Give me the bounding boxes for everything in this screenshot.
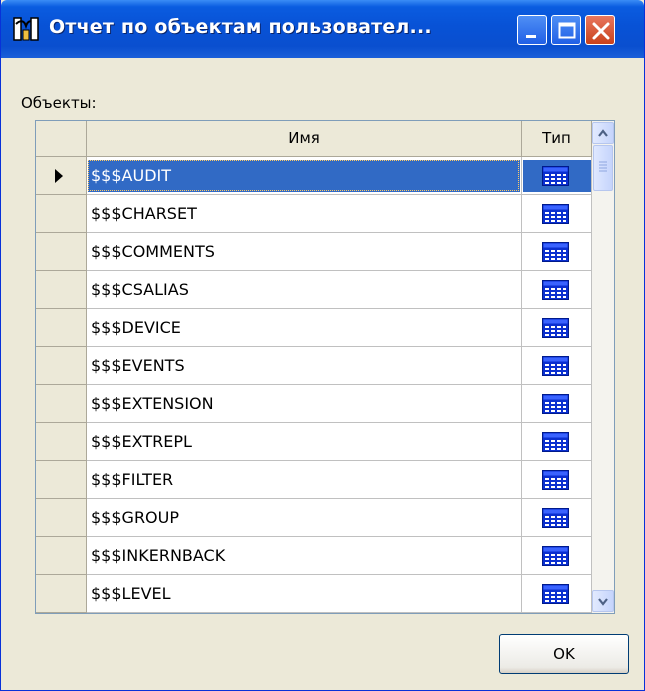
window-title: Отчет по объектам пользовател...: [49, 16, 432, 38]
table-row[interactable]: $$$CSALIAS: [36, 271, 592, 309]
type-cell[interactable]: [522, 309, 592, 347]
maximize-icon: [558, 22, 576, 39]
row-indicator[interactable]: [36, 499, 87, 537]
column-header-name[interactable]: Имя: [87, 121, 522, 157]
table-icon: [542, 318, 569, 338]
scroll-up-button[interactable]: [592, 122, 614, 144]
type-cell[interactable]: [522, 347, 592, 385]
ok-button[interactable]: OK: [499, 634, 629, 674]
title-bar[interactable]: Отчет по объектам пользовател...: [1, 0, 644, 58]
object-name: $$$CHARSET: [91, 204, 197, 223]
table-icon: [542, 508, 569, 528]
row-indicator[interactable]: [36, 157, 87, 195]
row-indicator[interactable]: [36, 347, 87, 385]
object-name: $$$CSALIAS: [91, 280, 189, 299]
type-cell[interactable]: [522, 499, 592, 537]
vertical-scrollbar[interactable]: [592, 121, 614, 613]
table-row[interactable]: $$$GROUP: [36, 499, 592, 537]
table-row[interactable]: $$$COMMENTS: [36, 233, 592, 271]
object-name: $$$FILTER: [91, 470, 174, 489]
object-name: $$$EXTENSION: [91, 394, 214, 413]
table-row[interactable]: $$$CHARSET: [36, 195, 592, 233]
table-row[interactable]: $$$INKERNBACK: [36, 537, 592, 575]
table-icon: [542, 242, 569, 262]
grid-header: Имя Тип: [36, 121, 592, 157]
grip-icon: [599, 161, 607, 172]
close-button[interactable]: [585, 15, 615, 45]
name-cell[interactable]: $$$GROUP: [87, 499, 522, 537]
name-cell[interactable]: $$$EXTREPL: [87, 423, 522, 461]
indicator-header: [36, 121, 87, 157]
scroll-thumb[interactable]: [593, 145, 613, 191]
current-row-arrow-icon: [55, 169, 63, 183]
table-icon: [542, 584, 569, 604]
type-cell[interactable]: [522, 385, 592, 423]
table-icon: [542, 394, 569, 414]
name-cell[interactable]: $$$DEVICE: [87, 309, 522, 347]
row-indicator[interactable]: [36, 423, 87, 461]
table-icon: [542, 280, 569, 300]
object-name: $$$COMMENTS: [91, 242, 215, 261]
object-name: $$$LEVEL: [91, 584, 171, 603]
name-cell[interactable]: $$$LEVEL: [87, 575, 522, 613]
row-indicator[interactable]: [36, 309, 87, 347]
table-row[interactable]: $$$EXTREPL: [36, 423, 592, 461]
objects-grid[interactable]: Имя Тип $$$AUDIT $$$CHARSET $$$COMMENTS $$$…: [35, 120, 615, 614]
object-name: $$$EVENTS: [91, 356, 185, 375]
object-name: $$$INKERNBACK: [91, 546, 226, 565]
type-cell[interactable]: [522, 157, 592, 195]
row-indicator[interactable]: [36, 575, 87, 613]
minimize-icon: [526, 35, 536, 38]
table-row[interactable]: $$$EVENTS: [36, 347, 592, 385]
chevron-down-icon: [598, 598, 608, 606]
type-cell[interactable]: [522, 461, 592, 499]
name-cell[interactable]: $$$EXTENSION: [87, 385, 522, 423]
name-cell[interactable]: $$$COMMENTS: [87, 233, 522, 271]
table-row[interactable]: $$$EXTENSION: [36, 385, 592, 423]
table-icon: [542, 546, 569, 566]
object-name: $$$AUDIT: [91, 166, 172, 185]
type-cell[interactable]: [522, 537, 592, 575]
row-indicator[interactable]: [36, 537, 87, 575]
table-row[interactable]: $$$LEVEL: [36, 575, 592, 613]
close-icon: [592, 22, 610, 40]
row-indicator[interactable]: [36, 195, 87, 233]
name-cell[interactable]: $$$FILTER: [87, 461, 522, 499]
name-cell[interactable]: $$$CHARSET: [87, 195, 522, 233]
object-name: $$$EXTREPL: [91, 432, 192, 451]
name-cell[interactable]: $$$AUDIT: [87, 157, 522, 195]
chevron-up-icon: [598, 129, 608, 137]
table-row[interactable]: $$$AUDIT: [36, 157, 592, 195]
row-indicator[interactable]: [36, 461, 87, 499]
object-name: $$$GROUP: [91, 508, 180, 527]
row-indicator[interactable]: [36, 233, 87, 271]
type-cell[interactable]: [522, 233, 592, 271]
table-row[interactable]: $$$FILTER: [36, 461, 592, 499]
type-cell[interactable]: [522, 195, 592, 233]
row-indicator[interactable]: [36, 271, 87, 309]
type-cell[interactable]: [522, 575, 592, 613]
name-cell[interactable]: $$$CSALIAS: [87, 271, 522, 309]
table-icon: [542, 432, 569, 452]
name-cell[interactable]: $$$EVENTS: [87, 347, 522, 385]
app-icon: [13, 17, 39, 41]
scroll-down-button[interactable]: [592, 590, 614, 612]
type-cell[interactable]: [522, 423, 592, 461]
table-icon: [542, 356, 569, 376]
report-dialog: Отчет по объектам пользовател... Объекты…: [0, 0, 645, 691]
table-icon: [542, 166, 569, 186]
type-cell[interactable]: [522, 271, 592, 309]
column-header-type[interactable]: Тип: [522, 121, 592, 157]
maximize-button[interactable]: [551, 15, 581, 45]
table-icon: [542, 470, 569, 490]
name-cell[interactable]: $$$INKERNBACK: [87, 537, 522, 575]
table-row[interactable]: $$$DEVICE: [36, 309, 592, 347]
minimize-button[interactable]: [517, 15, 547, 45]
row-indicator[interactable]: [36, 385, 87, 423]
object-name: $$$DEVICE: [91, 318, 181, 337]
table-icon: [542, 204, 569, 224]
objects-label: Объекты:: [21, 94, 97, 112]
